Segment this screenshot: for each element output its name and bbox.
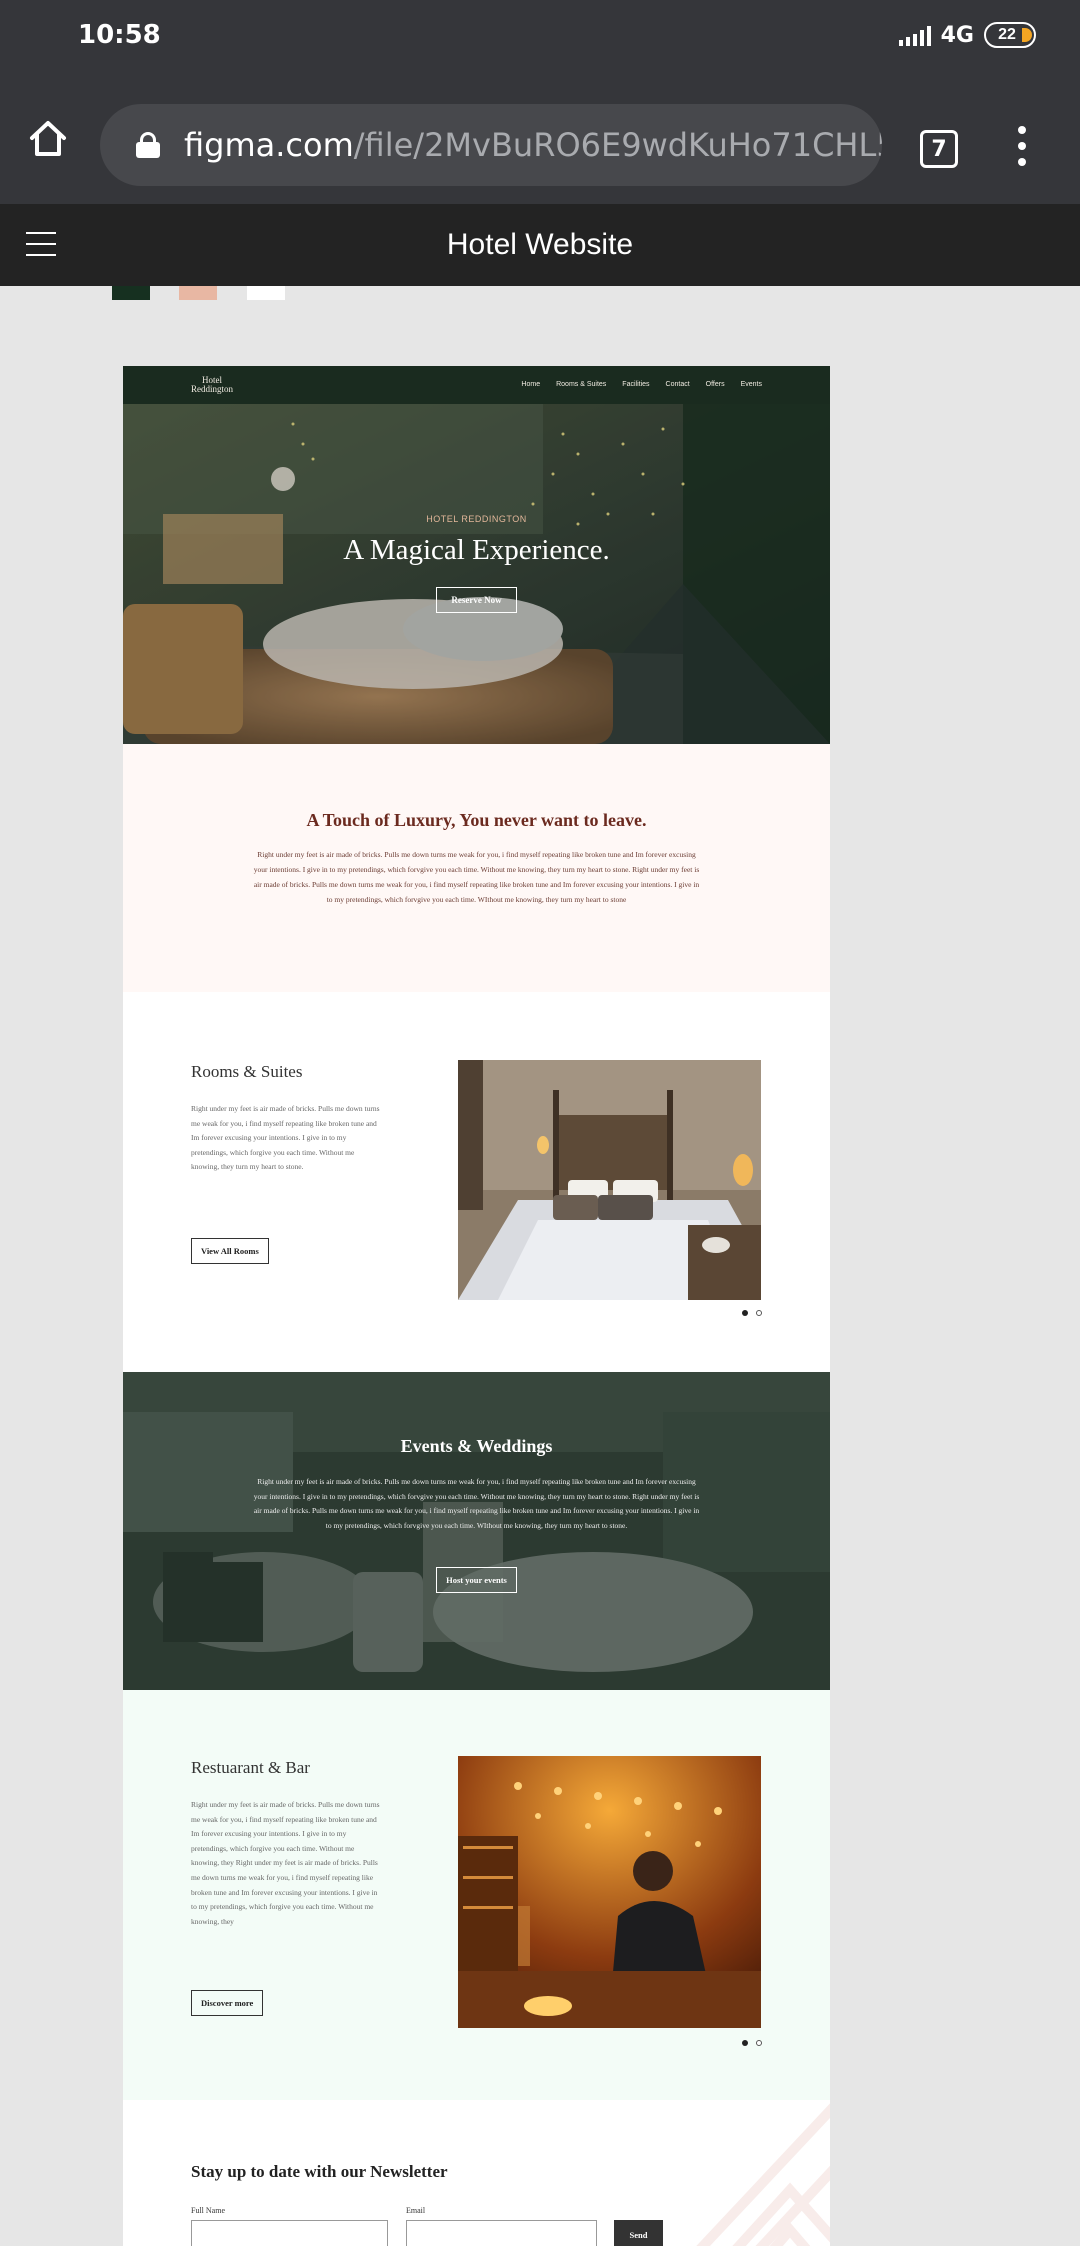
rooms-body: Right under my feet is air made of brick… — [191, 1104, 380, 1172]
tab-switcher-button[interactable]: 7 — [920, 130, 958, 168]
nav-contact[interactable]: Contact — [666, 381, 690, 388]
status-icons: 4G 22 — [898, 22, 1036, 48]
restaurant-heading: Restuarant & Bar — [191, 1758, 310, 1777]
carousel-dot-active[interactable] — [742, 1310, 748, 1316]
carousel-dot[interactable] — [756, 2040, 762, 2046]
site-nav-links: Home Rooms & Suites Facilities Contact O… — [521, 381, 762, 388]
nav-rooms-suites[interactable]: Rooms & Suites — [556, 381, 606, 388]
url-path: /file/2MvBuRO6E9wdKuHo71CHL5/Hotel-W — [353, 126, 882, 164]
events-heading: Events & Weddings — [400, 1436, 553, 1456]
nav-offers[interactable]: Offers — [706, 381, 725, 388]
nav-facilities[interactable]: Facilities — [622, 381, 649, 388]
color-swatch-green — [112, 286, 150, 300]
email-input[interactable] — [406, 2220, 597, 2246]
view-all-rooms-button[interactable]: View All Rooms — [191, 1238, 269, 1264]
luxury-section: A Touch of Luxury, You never want to lea… — [123, 744, 830, 992]
luxury-body: Right under my feet is air made of brick… — [253, 850, 700, 904]
email-label: Email — [406, 2206, 426, 2215]
nav-events[interactable]: Events — [741, 381, 762, 388]
events-content: Events & Weddings Right under my feet is… — [123, 1436, 830, 1594]
status-bar: 10:58 4G 22 — [0, 0, 1080, 72]
send-button[interactable]: Send — [614, 2220, 663, 2246]
hero-section: HOTEL REDDINGTON A Magical Experience. R… — [123, 404, 830, 744]
carousel-dot-active[interactable] — [742, 2040, 748, 2046]
decorative-chevrons — [696, 2103, 830, 2246]
newsletter-heading: Stay up to date with our Newsletter — [191, 2162, 448, 2181]
newsletter-section: Stay up to date with our Newsletter Full… — [123, 2100, 830, 2246]
restaurant-section: Restuarant & Bar Right under my feet is … — [123, 1690, 830, 2100]
browser-toolbar: figma.com/file/2MvBuRO6E9wdKuHo71CHL5/Ho… — [0, 72, 1080, 204]
luxury-heading: A Touch of Luxury, You never want to lea… — [306, 810, 647, 830]
color-swatch-white — [247, 286, 285, 300]
discover-more-button[interactable]: Discover more — [191, 1990, 264, 2016]
site-logo[interactable]: Hotel Reddington — [191, 376, 233, 394]
network-type: 4G — [940, 22, 974, 48]
status-time: 10:58 — [78, 20, 161, 50]
address-bar[interactable]: figma.com/file/2MvBuRO6E9wdKuHo71CHL5/Ho… — [100, 104, 882, 186]
figma-canvas[interactable]: Hotel Reddington Home Rooms & Suites Fac… — [0, 286, 1080, 2246]
file-title: Hotel Website — [446, 228, 634, 261]
url-host: figma.com — [184, 126, 354, 164]
full-name-input[interactable] — [191, 2220, 388, 2246]
nav-home[interactable]: Home — [521, 381, 540, 388]
full-name-label: Full Name — [191, 2206, 225, 2215]
battery-icon: 22 — [984, 22, 1036, 48]
logo-line-2: Reddington — [191, 384, 233, 394]
restaurant-carousel-dots — [742, 2040, 762, 2046]
lock-icon — [136, 132, 160, 158]
rooms-section: Rooms & Suites Right under my feet is ai… — [123, 992, 830, 1372]
hotel-website-frame: Hotel Reddington Home Rooms & Suites Fac… — [123, 366, 830, 2246]
events-body: Right under my feet is air made of brick… — [253, 1477, 700, 1530]
url-text: figma.com/file/2MvBuRO6E9wdKuHo71CHL5/Ho… — [184, 126, 882, 164]
hero-title: A Magical Experience. — [343, 534, 610, 566]
hero-content: HOTEL REDDINGTON A Magical Experience. R… — [123, 514, 830, 613]
host-your-events-button[interactable]: Host your events — [436, 1567, 517, 1594]
figma-header: Hotel Website — [0, 204, 1080, 286]
restaurant-body: Right under my feet is air made of brick… — [191, 1800, 380, 1926]
bar-image — [458, 1756, 761, 2028]
hero-kicker: HOTEL REDDINGTON — [426, 514, 527, 524]
home-icon[interactable] — [26, 116, 70, 160]
signal-icon — [898, 24, 931, 46]
battery-level: 22 — [998, 26, 1016, 43]
reserve-now-button[interactable]: Reserve Now — [436, 587, 517, 613]
site-navbar: Hotel Reddington Home Rooms & Suites Fac… — [123, 366, 830, 404]
bedroom-image — [458, 1060, 761, 1300]
rooms-heading: Rooms & Suites — [191, 1062, 303, 1081]
more-options-icon[interactable] — [1016, 126, 1028, 166]
events-section: Events & Weddings Right under my feet is… — [123, 1372, 830, 1690]
rooms-carousel-dots — [742, 1310, 762, 1316]
color-swatch-pink — [179, 286, 217, 300]
carousel-dot[interactable] — [756, 1310, 762, 1316]
